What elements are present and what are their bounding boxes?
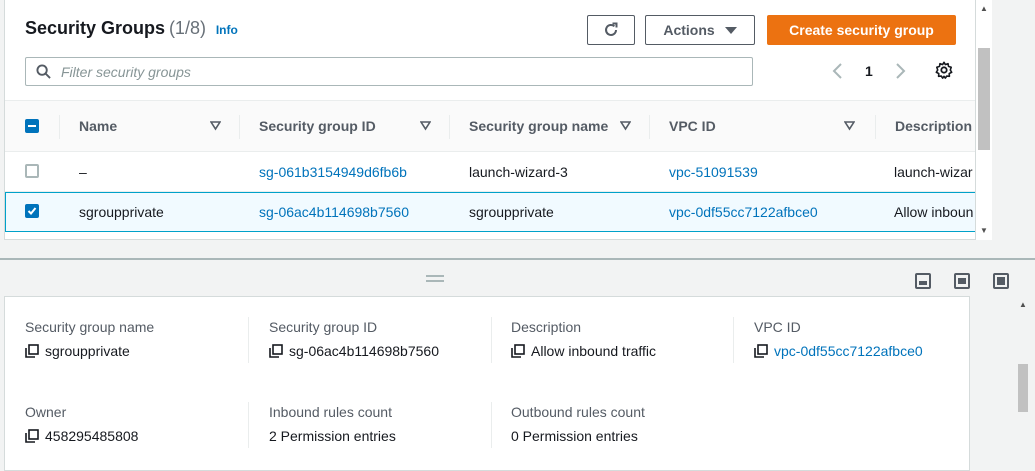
column-header-security-group-name[interactable]: Security group name bbox=[469, 101, 631, 151]
sort-caret-icon[interactable] bbox=[420, 121, 431, 131]
table-row[interactable]: – sg-061b3154949d6fb6b launch-wizard-3 v… bbox=[5, 152, 975, 192]
search-icon bbox=[36, 64, 51, 79]
column-header-name[interactable]: Name bbox=[79, 101, 221, 151]
detail-description: Description Allow inbound traffic bbox=[511, 319, 657, 359]
details-scrollbar[interactable]: ▲ bbox=[1014, 296, 1032, 467]
chevron-left-icon[interactable] bbox=[831, 61, 845, 81]
row-name: sgroupprivate bbox=[79, 204, 164, 220]
column-header-description[interactable]: Description bbox=[895, 101, 975, 151]
sort-caret-icon[interactable] bbox=[620, 121, 631, 131]
table-row-selected[interactable]: sgroupprivate sg-06ac4b114698b7560 sgrou… bbox=[5, 192, 975, 232]
vpc-id-link[interactable]: vpc-0df55cc7122afbce0 bbox=[669, 204, 818, 220]
row-security-group-name: sgroupprivate bbox=[469, 204, 554, 220]
panel-side-layout-icon[interactable] bbox=[954, 273, 970, 289]
row-security-group-name: launch-wizard-3 bbox=[469, 164, 568, 180]
table-header: Name Security group ID Security group na… bbox=[5, 100, 975, 152]
search-input[interactable] bbox=[61, 63, 711, 80]
current-page-number[interactable]: 1 bbox=[865, 63, 873, 79]
security-groups-panel: Security Groups (1/8) Info Actions Creat… bbox=[4, 0, 976, 240]
table-scrollbar[interactable]: ▲ ▼ bbox=[976, 0, 992, 240]
column-header-security-group-id[interactable]: Security group ID bbox=[259, 101, 431, 151]
copy-icon[interactable] bbox=[269, 344, 283, 358]
detail-inbound-rules-count: Inbound rules count 2 Permission entries bbox=[269, 404, 396, 444]
scrollbar-thumb[interactable] bbox=[978, 48, 990, 150]
selection-count: (1/8) bbox=[168, 18, 206, 38]
drag-handle-icon[interactable] bbox=[426, 275, 444, 285]
details-panel: Security group name sgroupprivate Securi… bbox=[4, 296, 970, 471]
row-description: Allow inboun bbox=[894, 204, 974, 220]
actions-label: Actions bbox=[663, 22, 715, 38]
vpc-id-link[interactable]: vpc-51091539 bbox=[669, 164, 758, 180]
copy-icon[interactable] bbox=[754, 344, 768, 358]
scroll-up-arrow-icon[interactable]: ▲ bbox=[1019, 300, 1027, 309]
split-panel-divider[interactable] bbox=[0, 258, 1035, 260]
refresh-button[interactable] bbox=[587, 15, 635, 45]
row-description: launch-wizar bbox=[894, 164, 973, 180]
copy-icon[interactable] bbox=[25, 429, 39, 443]
info-link[interactable]: Info bbox=[216, 23, 238, 37]
row-checkbox[interactable] bbox=[25, 164, 39, 178]
gear-icon[interactable] bbox=[935, 61, 953, 79]
panel-bottom-layout-icon[interactable] bbox=[915, 273, 931, 289]
row-name: – bbox=[79, 164, 87, 180]
detail-security-group-id: Security group ID sg-06ac4b114698b7560 bbox=[269, 319, 439, 359]
scroll-down-arrow-icon[interactable]: ▼ bbox=[980, 226, 988, 235]
copy-icon[interactable] bbox=[511, 344, 525, 358]
detail-security-group-name: Security group name sgroupprivate bbox=[25, 319, 155, 359]
copy-icon[interactable] bbox=[25, 344, 39, 358]
caret-down-icon bbox=[724, 26, 737, 34]
panel-header: Security Groups (1/8) Info bbox=[25, 18, 238, 39]
search-box[interactable] bbox=[25, 57, 753, 86]
panel-maximize-layout-icon[interactable] bbox=[993, 273, 1009, 289]
scroll-up-arrow-icon[interactable]: ▲ bbox=[980, 4, 988, 13]
create-security-group-button[interactable]: Create security group bbox=[767, 15, 956, 45]
security-group-id-link[interactable]: sg-061b3154949d6fb6b bbox=[259, 164, 407, 180]
checkmark-icon bbox=[27, 207, 37, 215]
sort-caret-icon[interactable] bbox=[210, 121, 221, 131]
chevron-right-icon[interactable] bbox=[893, 61, 907, 81]
page-title: Security Groups bbox=[25, 18, 166, 38]
sort-caret-icon[interactable] bbox=[844, 121, 855, 131]
detail-vpc-id: VPC ID vpc-0df55cc7122afbce0 bbox=[754, 319, 923, 359]
refresh-icon bbox=[605, 22, 618, 36]
security-group-id-link[interactable]: sg-06ac4b114698b7560 bbox=[259, 204, 409, 220]
row-checkbox-checked[interactable] bbox=[25, 204, 39, 218]
actions-dropdown-button[interactable]: Actions bbox=[645, 15, 755, 45]
column-header-vpc-id[interactable]: VPC ID bbox=[669, 101, 855, 151]
scrollbar-thumb[interactable] bbox=[1018, 364, 1028, 412]
select-all-checkbox[interactable] bbox=[25, 119, 39, 133]
vpc-id-link[interactable]: vpc-0df55cc7122afbce0 bbox=[774, 343, 923, 359]
detail-owner: Owner 458295485808 bbox=[25, 404, 139, 444]
detail-outbound-rules-count: Outbound rules count 0 Permission entrie… bbox=[511, 404, 645, 444]
